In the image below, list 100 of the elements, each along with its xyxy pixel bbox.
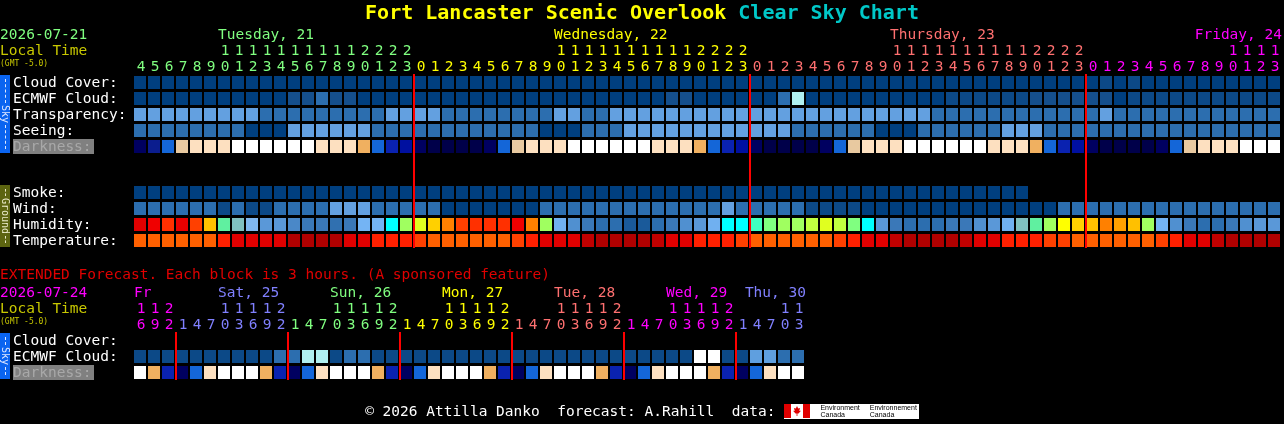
forecast-date: 2026-07-24 — [0, 284, 88, 300]
hour-label: 6 — [836, 58, 846, 74]
hour-label: 19 — [598, 300, 608, 332]
hour-label: 16 — [248, 300, 258, 332]
hour-label: 4 — [1144, 58, 1154, 74]
hour-label: 2 — [1116, 58, 1126, 74]
hour-label: 1 — [738, 316, 748, 332]
hour-label: 1 — [514, 316, 524, 332]
hour-label: 16 — [472, 300, 482, 332]
hour-label: 22 — [724, 42, 734, 74]
hour-label: 2 — [780, 58, 790, 74]
hour-label: 4 — [416, 316, 426, 332]
hour-label: 13 — [794, 300, 804, 332]
day-label: Tuesday, 21 — [218, 26, 315, 42]
hour-label: 11 — [1242, 42, 1252, 74]
hour-label: 13 — [234, 300, 244, 332]
hour-label: 7 — [654, 316, 664, 332]
row-label: Seeing: — [13, 122, 75, 138]
midnight-line — [623, 332, 625, 380]
hour-label: 20 — [1032, 42, 1042, 74]
hour-label: 12 — [920, 42, 930, 74]
day-label: Wednesday, 22 — [554, 26, 668, 42]
hour-label: 10 — [220, 300, 230, 332]
hour-label: 7 — [206, 316, 216, 332]
midnight-line — [175, 332, 177, 380]
hour-label: 4 — [640, 316, 650, 332]
hour-label: 1 — [626, 316, 636, 332]
row-label: Cloud Cover: — [13, 332, 118, 348]
hour-label: 0 — [1088, 58, 1098, 74]
hour-label: 19 — [486, 300, 496, 332]
hour-label: 10 — [556, 300, 566, 332]
day-label: Thursday, 23 — [890, 26, 995, 42]
hour-label: 5 — [486, 58, 496, 74]
midnight-line — [399, 332, 401, 380]
hour-label: 4 — [472, 58, 482, 74]
extended-forecast-note: EXTENDED Forecast. Each block is 3 hours. (A sponsored feature) — [0, 266, 551, 282]
hour-label: 20 — [696, 42, 706, 74]
hour-label: 21 — [1046, 42, 1056, 74]
day-label: Tue, 28 — [554, 284, 616, 300]
hour-label: 4 — [304, 316, 314, 332]
row-label: Humidity: — [13, 216, 92, 232]
hour-label: 0 — [416, 58, 426, 74]
hour-label: 9 — [542, 58, 552, 74]
hour-label: 16 — [696, 300, 706, 332]
hour-label: 13 — [570, 300, 580, 332]
hour-label: 3 — [458, 58, 468, 74]
day-label: Wed, 29 — [666, 284, 728, 300]
hour-label: 6 — [164, 58, 174, 74]
forecast-date: 2026-07-21 — [0, 26, 88, 42]
hour-label: 8 — [528, 58, 538, 74]
hour-label: 1 — [178, 316, 188, 332]
hour-label: 13 — [1270, 42, 1280, 74]
hour-label: 9 — [1214, 58, 1224, 74]
hour-label: 5 — [822, 58, 832, 74]
hour-label: 17 — [318, 42, 328, 74]
hour-label: 19 — [150, 300, 160, 332]
hour-label: 7 — [318, 316, 328, 332]
hour-label: 12 — [584, 42, 594, 74]
hour-label: 19 — [682, 42, 692, 74]
hour-label: 21 — [710, 42, 720, 74]
hour-label: 23 — [1074, 42, 1084, 74]
timezone-label: (GMT -5.0) — [0, 317, 49, 326]
timezone-label: (GMT -5.0) — [0, 59, 49, 68]
hour-label: 23 — [402, 42, 412, 74]
hour-label: 10 — [668, 300, 678, 332]
hour-label: 13 — [346, 300, 356, 332]
time-label: Local Time — [0, 42, 88, 58]
hour-label: 10 — [1228, 42, 1238, 74]
hour-label: 14 — [948, 42, 958, 74]
hour-label: 11 — [234, 42, 244, 74]
hour-label: 19 — [262, 300, 272, 332]
hour-label: 4 — [808, 58, 818, 74]
hour-label: 16 — [584, 300, 594, 332]
day-label: Mon, 27 — [442, 284, 504, 300]
hour-label: 10 — [780, 300, 790, 332]
row-label: ECMWF Cloud: — [13, 90, 118, 106]
hour-label: 4 — [752, 316, 762, 332]
hour-label: 7 — [430, 316, 440, 332]
hour-label: 1 — [1102, 58, 1112, 74]
chart-title: Fort Lancaster Scenic Overlook Clear Sky Chart — [365, 0, 919, 24]
hour-label: 18 — [1004, 42, 1014, 74]
hour-label: 15 — [962, 42, 972, 74]
hour-label: 16 — [304, 42, 314, 74]
hour-label: 7 — [850, 58, 860, 74]
hour-label: 5 — [1158, 58, 1168, 74]
hour-label: 1 — [766, 58, 776, 74]
hour-label: 22 — [164, 300, 174, 332]
hour-label: 16 — [360, 300, 370, 332]
hour-label: 6 — [500, 58, 510, 74]
hour-label: 15 — [626, 42, 636, 74]
row-label: Wind: — [13, 200, 57, 216]
hour-label: 4 — [528, 316, 538, 332]
hour-label: 12 — [1256, 42, 1266, 74]
day-label: Fr — [134, 284, 152, 300]
hour-label: 9 — [206, 58, 216, 74]
hour-label: 2 — [444, 58, 454, 74]
hour-label: 14 — [612, 42, 622, 74]
hour-label: 13 — [598, 42, 608, 74]
day-label: Sat, 25 — [218, 284, 280, 300]
row-label: ECMWF Cloud: — [13, 348, 118, 364]
